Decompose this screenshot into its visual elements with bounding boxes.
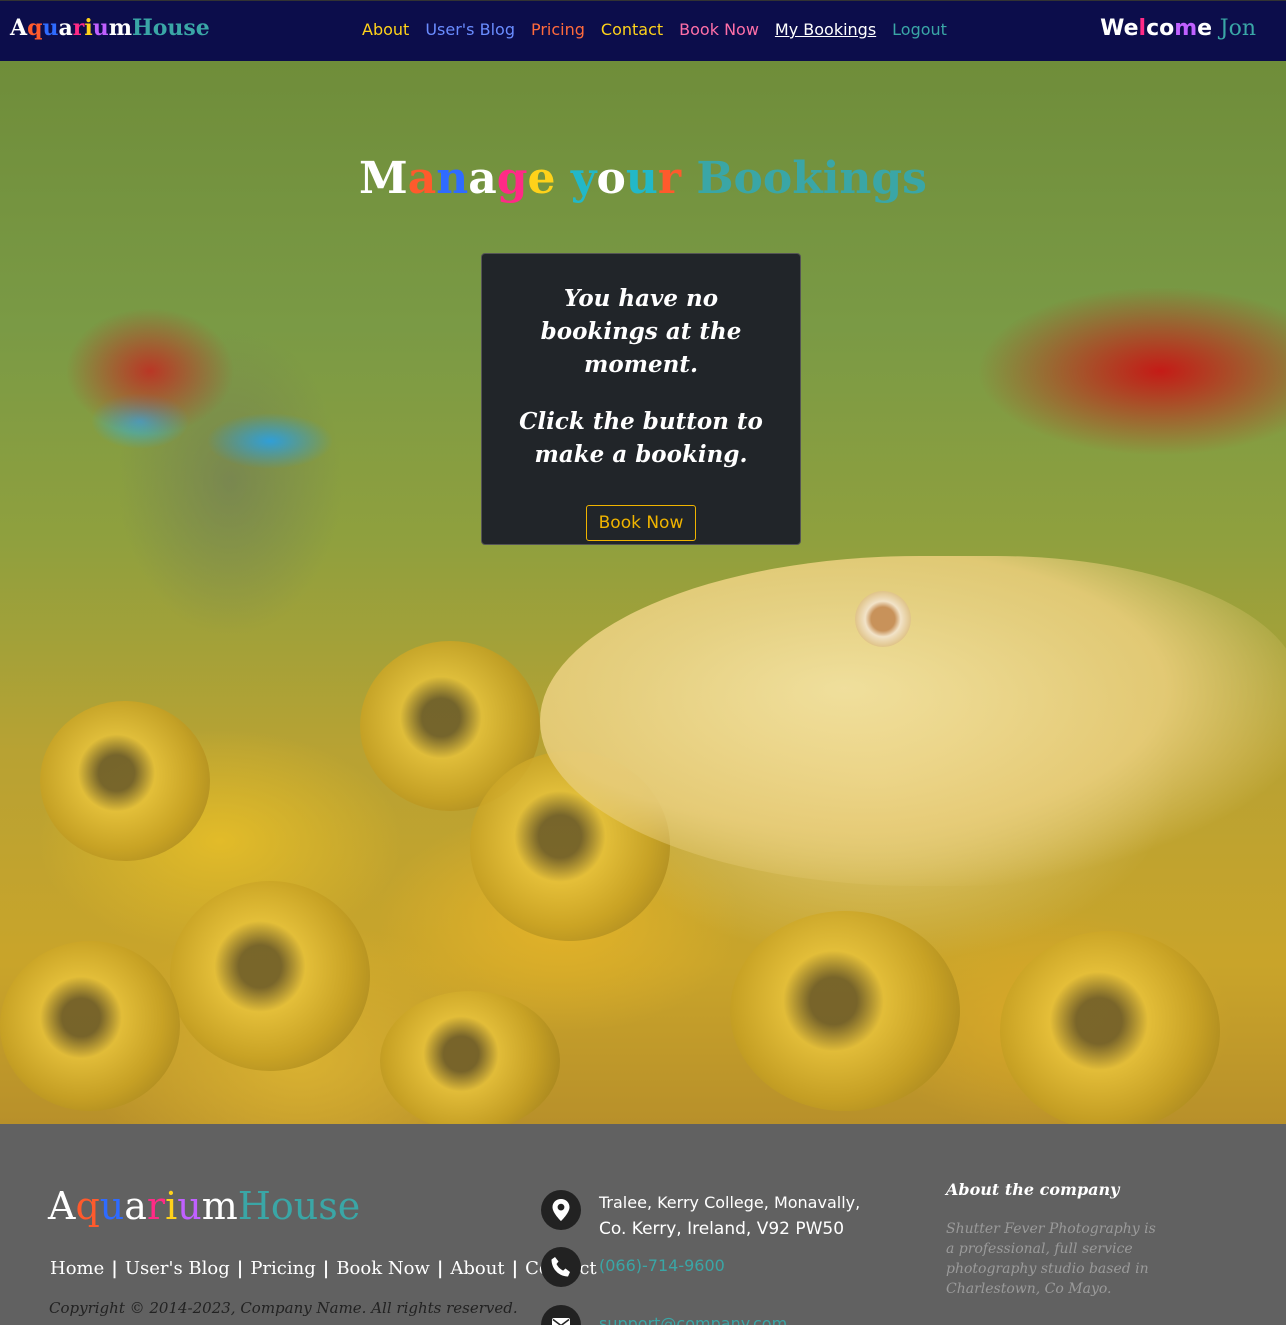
background-snail [1000,931,1220,1124]
title-word-manage: Manage [359,153,556,204]
contact-address: Tralee, Kerry College, Monavally, Co. Ke… [541,1190,860,1242]
brand-letter: A [10,15,28,41]
welcome-message: Welcome Jon [1100,16,1256,41]
brand-part2: House [131,15,210,41]
brand-letter: A [48,1184,76,1228]
brand-letter: m [201,1184,238,1228]
welcome-letter: c [1146,16,1160,41]
book-now-button[interactable]: Book Now [585,505,697,541]
footer-link-about[interactable]: About [450,1258,504,1279]
title-word-your: your [571,153,681,204]
welcome-letter: o [1159,16,1175,41]
contact-phone: (066)-714-9600 [541,1247,725,1287]
footer-link-home[interactable]: Home [50,1258,104,1279]
no-bookings-message: You have no bookings at the moment. [540,285,742,378]
title-letter: a [407,153,437,204]
title-word-bookings: Bookings [696,153,927,204]
brand-letter: u [177,1184,202,1228]
address-text: Tralee, Kerry College, Monavally, Co. Ke… [599,1190,860,1242]
brand-letter: u [42,15,59,41]
welcome-letter: W [1100,16,1124,41]
background-snail [170,881,370,1071]
welcome-letter: l [1138,16,1147,41]
nav-link-logout[interactable]: Logout [892,20,947,39]
phone-icon [541,1247,581,1287]
footer-link-book-now[interactable]: Book Now [336,1258,430,1279]
nav-link-contact[interactable]: Contact [601,20,663,39]
nav-links: About User's Blog Pricing Contact Book Now My… [362,20,947,39]
background-fish [540,556,1286,886]
about-company-text: Shutter Fever Photography is a professio… [946,1221,1156,1297]
footer: AquariumHouse Home | User's Blog | Pricing | B… [0,1124,1286,1325]
hero-section: Manage your Bookings You have no booking… [0,61,1286,1124]
footer-brand-part2: House [237,1184,361,1228]
footer-link-pricing[interactable]: Pricing [250,1258,315,1279]
brand-letter: r [72,15,85,41]
map-marker-icon [541,1190,581,1230]
brand-letter: u [92,15,109,41]
footer-link-separator: | [322,1258,330,1279]
welcome-letter: m [1174,16,1198,41]
welcome-name: Jon [1219,16,1256,41]
envelope-icon [541,1305,581,1325]
background-snail [380,991,560,1124]
page-title: Manage your Bookings [0,153,1286,204]
background-snail [40,701,210,861]
nav-link-user-s-blog[interactable]: User's Blog [425,20,515,39]
contact-email: support@company.com [541,1305,787,1325]
title-letter: r [657,153,681,204]
nav-link-my-bookings[interactable]: My Bookings [775,20,876,39]
title-letter: M [359,153,408,204]
title-letter: y [570,153,597,204]
brand-letter: q [75,1184,100,1228]
title-letter: u [625,153,658,204]
brand-letter: m [108,15,132,41]
footer-link-separator: | [511,1258,519,1279]
brand-letter: r [146,1184,166,1228]
title-letter: g [496,153,528,204]
brand-part1: Aquarium [10,15,132,41]
nav-link-book-now[interactable]: Book Now [679,20,759,39]
about-company-title: About the company [946,1180,1120,1199]
address-line-2: Co. Kerry, Ireland, V92 PW50 [599,1219,845,1239]
make-booking-instruction: Click the button to make a booking. [519,408,763,468]
background-snail [730,911,960,1111]
title-letter: o [596,153,626,204]
brand-letter: a [58,15,73,41]
brand-letter: i [84,15,93,41]
welcome-greeting: Welcome [1100,16,1212,41]
brand-letter: i [165,1184,178,1228]
title-letter: a [468,153,497,204]
no-bookings-card: You have no bookings at the moment. Clic… [481,253,801,545]
footer-link-separator: | [236,1258,244,1279]
welcome-letter: e [1123,16,1139,41]
footer-link-separator: | [111,1258,118,1279]
brand-letter: q [27,15,43,41]
footer-brand-logo[interactable]: AquariumHouse [48,1184,360,1228]
welcome-letter: e [1197,16,1213,41]
nav-link-pricing[interactable]: Pricing [531,20,585,39]
nav-link-about[interactable]: About [362,20,409,39]
background-snail [0,941,180,1111]
brand-letter: u [99,1184,125,1228]
footer-brand-part1: Aquarium [48,1184,238,1228]
title-letter: n [436,153,469,204]
title-letter: e [527,153,556,204]
address-line-1: Tralee, Kerry College, Monavally, [599,1193,861,1212]
brand-letter: a [124,1184,147,1228]
footer-link-user-s-blog[interactable]: User's Blog [125,1258,230,1279]
footer-link-separator: | [436,1258,444,1279]
email-link[interactable]: support@company.com [599,1311,787,1325]
footer-links: Home | User's Blog | Pricing | Book Now | About |… [50,1258,597,1279]
copyright: Copyright © 2014-2023, Company Name. All… [49,1299,518,1317]
navbar: AquariumHouse About User's Blog Pricing Con… [0,0,1286,61]
phone-number[interactable]: (066)-714-9600 [599,1253,725,1279]
background-fish-eye [855,591,911,647]
brand-logo[interactable]: AquariumHouse [10,15,210,41]
